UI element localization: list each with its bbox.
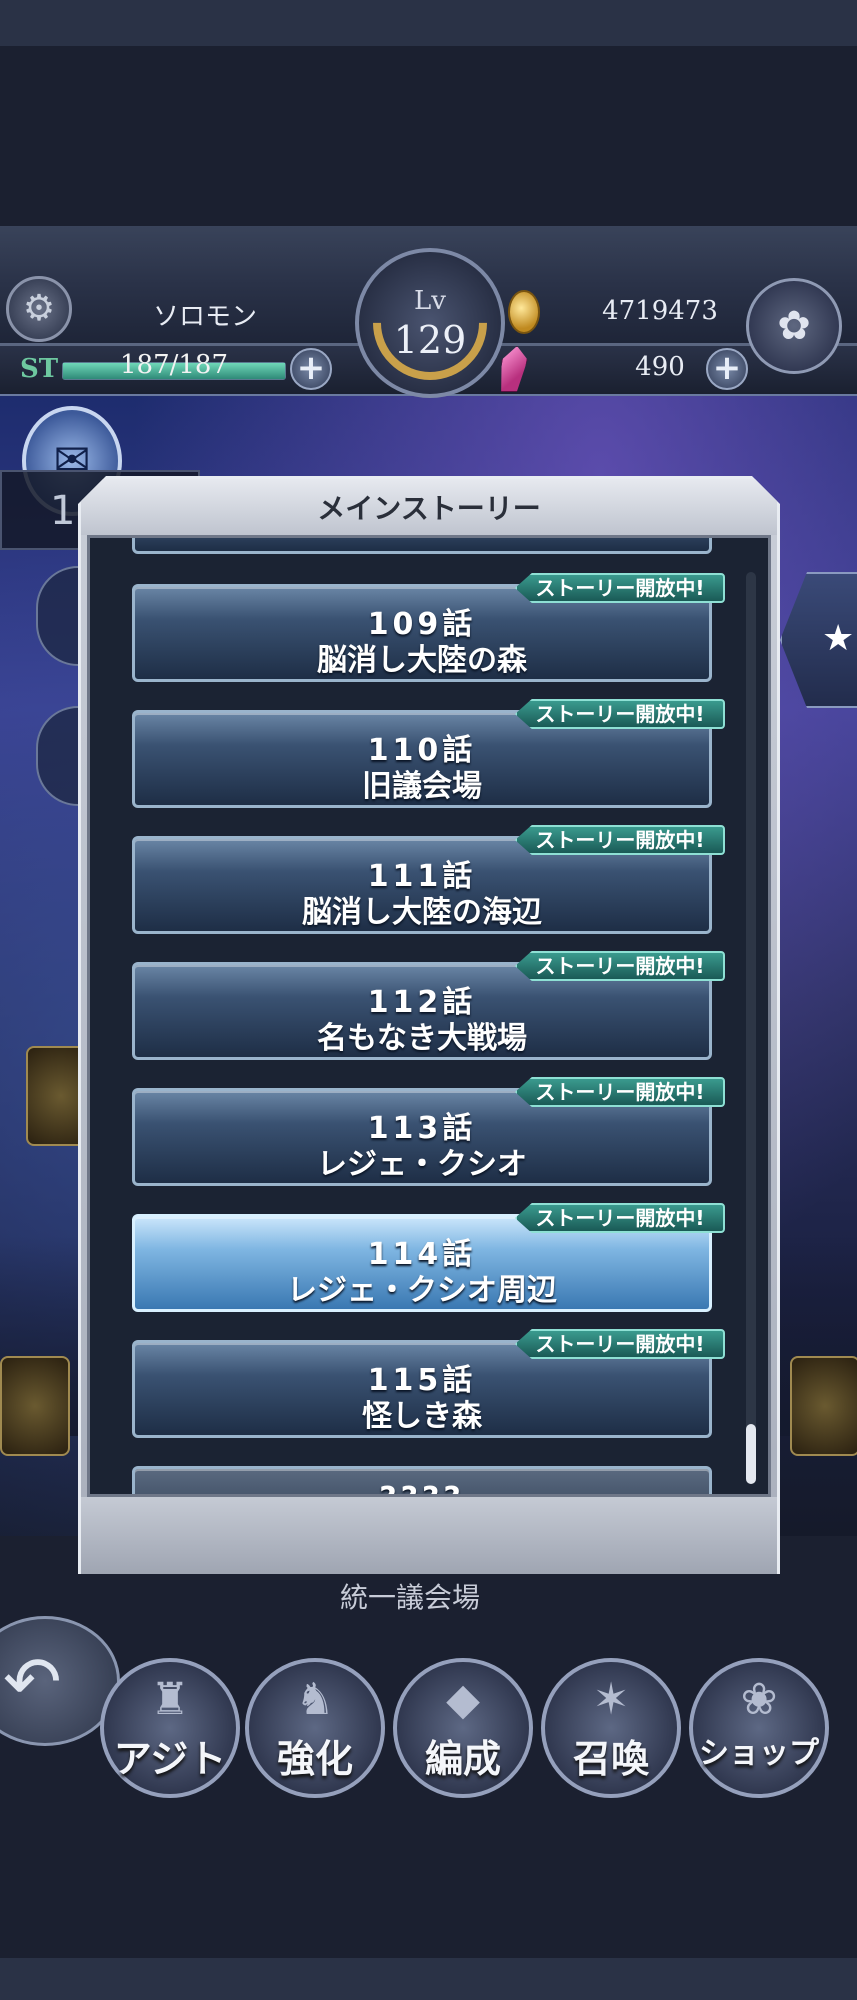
- background-location-label: 統一議会場: [340, 1581, 481, 1614]
- nav-enhance-button[interactable]: ♞ 強化: [245, 1658, 385, 1798]
- chapter-button-114[interactable]: ストーリー開放中! 114話 レジェ・クシオ周辺: [132, 1214, 712, 1312]
- main-story-dialog: メインストーリー ストーリー開放中! 109話 脳消し大陸の森 ストーリー開放中…: [78, 476, 780, 1574]
- chapter-button-109[interactable]: ストーリー開放中! 109話 脳消し大陸の森: [132, 584, 712, 682]
- back-arrow-icon: ↶: [3, 1641, 62, 1723]
- gold-amount: 4719473: [602, 296, 718, 326]
- nav-label: 召喚: [572, 1737, 649, 1781]
- left-crown-badge: [0, 1356, 70, 1456]
- menu-button[interactable]: ✿: [746, 278, 842, 374]
- chapter-button-115[interactable]: ストーリー開放中! 115話 怪しき森: [132, 1340, 712, 1438]
- nav-label: 強化: [276, 1737, 353, 1781]
- scrollbar[interactable]: [746, 572, 756, 1484]
- nav-formation-button[interactable]: ◆ 編成: [393, 1658, 533, 1798]
- chapter-title: 怪しき森: [362, 1399, 482, 1434]
- gear-icon: ⚙: [22, 288, 56, 329]
- dialog-footer: [81, 1497, 777, 1574]
- gem-amount: 490: [635, 352, 685, 382]
- chapter-button-112[interactable]: ストーリー開放中! 112話 名もなき大戦場: [132, 962, 712, 1060]
- settings-button[interactable]: ⚙: [6, 276, 72, 342]
- nav-label: 編成: [424, 1737, 501, 1781]
- nav-summon-button[interactable]: ✶ 召喚: [541, 1658, 681, 1798]
- player-header: ⚙ ソロモン ST 187/187 + Lv 129 4719473 490 +…: [0, 226, 857, 406]
- stamina-label: ST: [20, 354, 59, 384]
- level-badge: Lv 129: [349, 242, 511, 404]
- chapter-title: 旧議会場: [362, 769, 482, 804]
- scrollbar-thumb[interactable]: [746, 1424, 756, 1484]
- chapter-title: 名もなき大戦場: [317, 1021, 527, 1056]
- add-gems-button[interactable]: +: [706, 348, 748, 390]
- chapter-button-111[interactable]: ストーリー開放中! 111話 脳消し大陸の海辺: [132, 836, 712, 934]
- chapter-title: 脳消し大陸の海辺: [302, 895, 542, 930]
- chapter-title: レジェ・クシオ: [317, 1147, 527, 1182]
- nav-label: ショップ: [699, 1736, 819, 1771]
- right-crown-badge: [790, 1356, 857, 1456]
- nav-shop-button[interactable]: ❀ ショップ: [689, 1658, 829, 1798]
- dialog-title: メインストーリー: [317, 492, 541, 525]
- gold-coin-icon: [508, 290, 540, 334]
- level-label: Lv: [414, 286, 446, 316]
- chapter-tab-peek-text: 1: [50, 488, 76, 534]
- add-stamina-button[interactable]: +: [290, 348, 332, 390]
- warrior-icon: ♞: [295, 1674, 335, 1725]
- chapter-button-110[interactable]: ストーリー開放中! 110話 旧議会場: [132, 710, 712, 808]
- player-name: ソロモン: [152, 302, 257, 332]
- game-screen: ⚙ ソロモン ST 187/187 + Lv 129 4719473 490 +…: [0, 46, 857, 1958]
- shop-bag-icon: ❀: [740, 1674, 778, 1725]
- magic-circle-icon: ✶: [592, 1674, 630, 1725]
- chapter-title: 脳消し大陸の森: [317, 643, 527, 678]
- nav-hideout-button[interactable]: ♜ アジト: [100, 1658, 240, 1798]
- chapter-title: レジェ・クシオ周辺: [287, 1273, 557, 1308]
- nav-label: アジト: [113, 1737, 227, 1781]
- navigation-bar: [0, 1958, 857, 2000]
- chapter-button-113[interactable]: ストーリー開放中! 113話 レジェ・クシオ: [132, 1088, 712, 1186]
- gem-icon: ◆: [446, 1674, 480, 1725]
- dialog-title-bar: メインストーリー: [81, 479, 777, 535]
- bottle-icon: ♜: [150, 1674, 190, 1725]
- chapter-button-locked[interactable]: ????: [132, 1466, 712, 1497]
- stamina-value: 187/187: [119, 350, 228, 380]
- star-icon: ★: [822, 618, 855, 659]
- chapter-number: ????: [135, 1481, 709, 1497]
- status-bar: [0, 0, 857, 46]
- chapter-list[interactable]: ストーリー開放中! 109話 脳消し大陸の森 ストーリー開放中! 110話 旧議…: [87, 535, 771, 1497]
- level-value: 129: [393, 318, 467, 362]
- menu-icon: ✿: [777, 303, 811, 349]
- chapter-button-partial[interactable]: [132, 535, 712, 554]
